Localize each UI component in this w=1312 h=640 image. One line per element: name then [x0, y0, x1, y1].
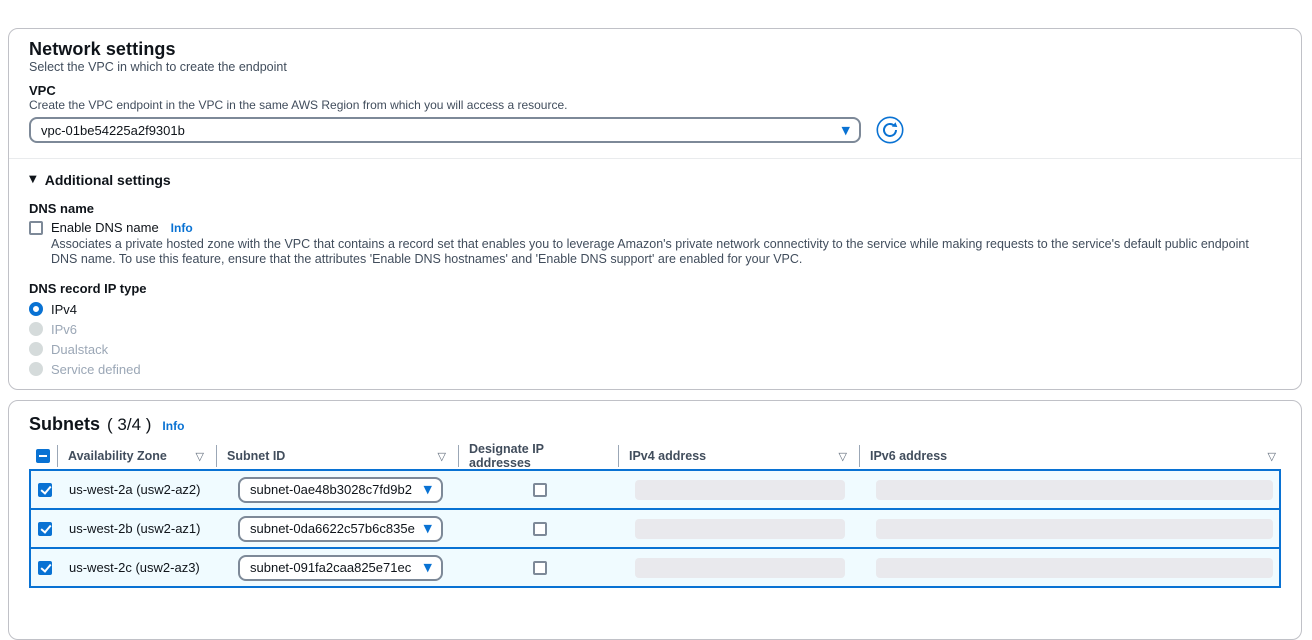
ipv4-address-filter-icon[interactable]: ▽	[839, 451, 847, 462]
subnet-id-select-value: subnet-0ae48b3028c7fd9b2	[250, 482, 412, 497]
vpc-select-value: vpc-01be54225a2f9301b	[41, 123, 185, 138]
radio-option-ipv6: IPv6	[29, 322, 1281, 336]
ipv4-radio[interactable]	[29, 302, 43, 316]
ipv4-address-field	[635, 558, 845, 578]
availability-zone-cell: us-west-2b (usw2-az1)	[59, 521, 218, 536]
expander-open-icon: ▼	[29, 175, 37, 185]
column-header-availability-zone[interactable]: Availability Zone ▽	[57, 442, 216, 470]
ipv6-address-field	[876, 480, 1273, 500]
subnet-row-us-west-2c: us-west-2c (usw2-az3) subnet-091fa2caa82…	[29, 547, 1281, 588]
row-checkbox[interactable]	[38, 561, 52, 575]
vpc-select[interactable]: vpc-01be54225a2f9301b ▼	[29, 117, 861, 143]
chevron-down-icon: ▼	[424, 484, 432, 495]
ipv4-address-field	[635, 480, 845, 500]
dns-name-description: Associates a private hosted zone with th…	[51, 237, 1256, 267]
radio-option-ipv4: IPv4	[29, 302, 1281, 316]
radio-option-dualstack: Dualstack	[29, 342, 1281, 356]
vpc-label: VPC	[29, 84, 1281, 98]
additional-settings-section: ▼ Additional settings DNS name Enable DN…	[9, 159, 1301, 376]
dualstack-radio	[29, 342, 43, 356]
service-defined-radio-label: Service defined	[51, 362, 141, 377]
select-all-checkbox[interactable]	[36, 449, 50, 463]
column-header-ipv6-address[interactable]: IPv6 address ▽	[859, 442, 1281, 470]
subnet-id-select[interactable]: subnet-0da6622c57b6c835e ▼	[238, 516, 443, 542]
column-header-ipv4-address[interactable]: IPv4 address ▽	[618, 442, 859, 470]
enable-dns-name-checkbox[interactable]	[29, 221, 43, 235]
subnets-card: Subnets ( 3/4 ) Info Availability Zone ▽…	[8, 400, 1302, 640]
chevron-down-icon: ▼	[842, 125, 850, 136]
ipv4-address-field	[635, 519, 845, 539]
additional-settings-title: Additional settings	[45, 171, 171, 189]
subnets-table-body: us-west-2a (usw2-az2) subnet-0ae48b3028c…	[29, 469, 1281, 588]
designate-ip-checkbox[interactable]	[533, 483, 547, 497]
dns-record-ip-type-label: DNS record IP type	[29, 281, 1281, 296]
refresh-icon	[876, 132, 904, 147]
subnet-id-select-value: subnet-0da6622c57b6c835e	[250, 521, 415, 536]
network-settings-card: Network settings Select the VPC in which…	[8, 28, 1302, 390]
availability-zone-cell: us-west-2a (usw2-az2)	[59, 482, 218, 497]
dns-name-info-link[interactable]: Info	[171, 221, 193, 235]
subnets-title: Subnets	[29, 413, 100, 435]
radio-option-service-defined: Service defined	[29, 362, 1281, 376]
ipv6-radio	[29, 322, 43, 336]
network-settings-title: Network settings	[29, 39, 1281, 59]
dns-record-ip-type-radio-group: IPv4 IPv6 Dualstack Service defined	[29, 302, 1281, 376]
column-header-subnet-id[interactable]: Subnet ID ▽	[216, 442, 458, 470]
network-settings-subtitle: Select the VPC in which to create the en…	[29, 59, 1281, 76]
ipv6-address-field	[876, 558, 1273, 578]
enable-dns-name-checkbox-label: Enable DNS name	[51, 220, 159, 235]
subnets-table-header: Availability Zone ▽ Subnet ID ▽ Designat…	[29, 442, 1281, 466]
service-defined-radio	[29, 362, 43, 376]
subnet-id-select[interactable]: subnet-0ae48b3028c7fd9b2 ▼	[238, 477, 443, 503]
subnet-row-us-west-2a: us-west-2a (usw2-az2) subnet-0ae48b3028c…	[29, 469, 1281, 510]
vpc-section: Network settings Select the VPC in which…	[9, 29, 1301, 144]
refresh-button[interactable]	[876, 116, 904, 144]
subnets-header: Subnets ( 3/4 ) Info	[29, 413, 1281, 435]
designate-ip-checkbox[interactable]	[533, 522, 547, 536]
subnets-table: Availability Zone ▽ Subnet ID ▽ Designat…	[29, 442, 1281, 588]
subnet-id-filter-icon[interactable]: ▽	[438, 451, 446, 462]
availability-zone-filter-icon[interactable]: ▽	[196, 451, 204, 462]
subnets-count: ( 3/4 )	[107, 415, 151, 435]
designate-ip-checkbox[interactable]	[533, 561, 547, 575]
column-header-designate-ip-addresses: Designate IP addresses	[458, 442, 618, 470]
ipv6-address-filter-icon[interactable]: ▽	[1268, 451, 1276, 462]
subnets-info-link[interactable]: Info	[162, 419, 184, 433]
subnet-id-select[interactable]: subnet-091fa2caa825e71ec ▼	[238, 555, 443, 581]
vpc-description: Create the VPC endpoint in the VPC in th…	[29, 99, 1281, 112]
chevron-down-icon: ▼	[424, 562, 432, 573]
chevron-down-icon: ▼	[424, 523, 432, 534]
dualstack-radio-label: Dualstack	[51, 342, 108, 357]
additional-settings-expander[interactable]: ▼ Additional settings	[29, 171, 1281, 189]
ipv6-radio-label: IPv6	[51, 322, 77, 337]
row-checkbox[interactable]	[38, 483, 52, 497]
ipv6-address-field	[876, 519, 1273, 539]
dns-name-label: DNS name	[29, 201, 1281, 216]
row-checkbox[interactable]	[38, 522, 52, 536]
availability-zone-cell: us-west-2c (usw2-az3)	[59, 560, 218, 575]
subnet-row-us-west-2b: us-west-2b (usw2-az1) subnet-0da6622c57b…	[29, 508, 1281, 549]
subnet-id-select-value: subnet-091fa2caa825e71ec	[250, 560, 411, 575]
ipv4-radio-label: IPv4	[51, 302, 77, 317]
